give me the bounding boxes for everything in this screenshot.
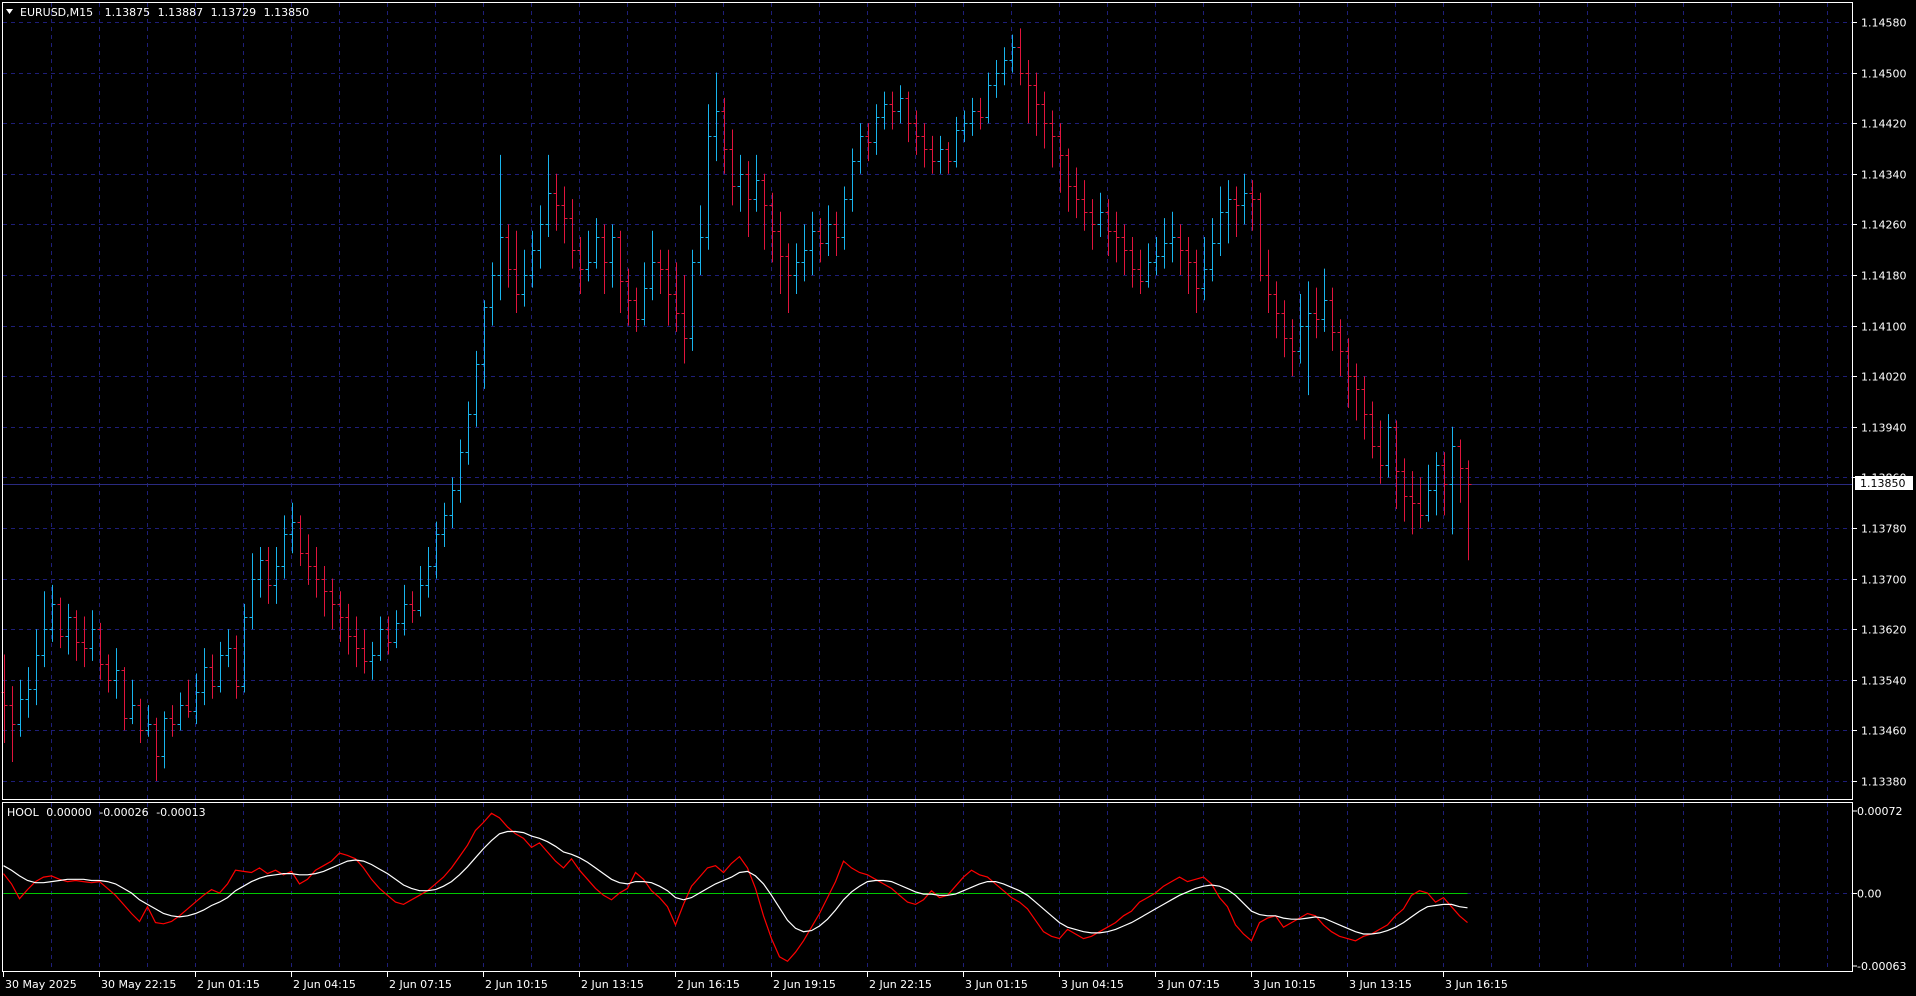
time-label: 2 Jun 22:15 bbox=[869, 978, 932, 991]
indicator-header: HOOL 0.00000 -0.00026 -0.00013 bbox=[7, 806, 206, 819]
svg-text:HOOL 0.00000 -0.00: HOOL 0.00000 -0.00026 -0.00013 bbox=[7, 806, 206, 819]
time-label: 3 Jun 16:15 bbox=[1445, 978, 1508, 991]
time-label: 3 Jun 10:15 bbox=[1253, 978, 1316, 991]
price-label: 1.14500 bbox=[1861, 68, 1907, 81]
price-label: 1.13700 bbox=[1861, 574, 1907, 587]
price-label: 1.14100 bbox=[1861, 321, 1907, 334]
indicator-value-1: 0.00000 bbox=[46, 806, 92, 819]
price-label: 1.13940 bbox=[1861, 422, 1907, 435]
indicator-value-3: -0.00013 bbox=[156, 806, 205, 819]
price-label: 1.14420 bbox=[1861, 118, 1907, 131]
indicator-axis-label: -0.00063 bbox=[1857, 960, 1906, 973]
open-price: 1.13875 bbox=[105, 6, 151, 19]
time-label: 3 Jun 13:15 bbox=[1349, 978, 1412, 991]
price-label: 1.13380 bbox=[1861, 776, 1907, 789]
price-label: 1.13780 bbox=[1861, 523, 1907, 536]
time-label: 2 Jun 07:15 bbox=[389, 978, 452, 991]
price-label: 1.13460 bbox=[1861, 725, 1907, 738]
chart-header: EURUSD,M15 1.13875 1.13887 1.13729 1.138… bbox=[6, 6, 309, 19]
time-label: 30 May 2025 bbox=[5, 978, 77, 991]
time-label: 2 Jun 10:15 bbox=[485, 978, 548, 991]
price-label: 1.13540 bbox=[1861, 675, 1907, 688]
current-price-badge: 1.13850 bbox=[1855, 476, 1913, 490]
trading-chart[interactable]: 1.14580 1.14500 1.14420 1.14340 1.14260 1.141… bbox=[0, 0, 1916, 996]
close-price: 1.13850 bbox=[264, 6, 310, 19]
price-label: 1.14580 bbox=[1861, 17, 1907, 30]
indicator-axis-label: 0.00 bbox=[1857, 888, 1882, 901]
indicator-name: HOOL bbox=[7, 806, 40, 819]
indicator-axis-label: 0.00072 bbox=[1857, 805, 1903, 818]
high-price: 1.13887 bbox=[158, 6, 204, 19]
low-price: 1.13729 bbox=[211, 6, 257, 19]
price-label: 1.14340 bbox=[1861, 169, 1907, 182]
time-label: 2 Jun 19:15 bbox=[773, 978, 836, 991]
time-label: 2 Jun 04:15 bbox=[293, 978, 356, 991]
price-label: 1.14260 bbox=[1861, 219, 1907, 232]
background bbox=[0, 0, 1916, 996]
time-label: 3 Jun 04:15 bbox=[1061, 978, 1124, 991]
symbol-timeframe: EURUSD,M15 bbox=[20, 6, 93, 19]
time-label: 3 Jun 07:15 bbox=[1157, 978, 1220, 991]
time-label: 2 Jun 13:15 bbox=[581, 978, 644, 991]
svg-text:EURUSD,M15 1.13875: EURUSD,M15 1.13875 1.13887 1.13729 1.138… bbox=[20, 6, 309, 19]
time-label: 2 Jun 16:15 bbox=[677, 978, 740, 991]
price-label: 1.13620 bbox=[1861, 624, 1907, 637]
indicator-value-2: -0.00026 bbox=[99, 806, 148, 819]
current-price-value: 1.13850 bbox=[1860, 477, 1906, 490]
time-label: 3 Jun 01:15 bbox=[965, 978, 1028, 991]
price-label: 1.14020 bbox=[1861, 371, 1907, 384]
price-label: 1.14180 bbox=[1861, 270, 1907, 283]
time-label: 30 May 22:15 bbox=[101, 978, 176, 991]
time-label: 2 Jun 01:15 bbox=[197, 978, 260, 991]
